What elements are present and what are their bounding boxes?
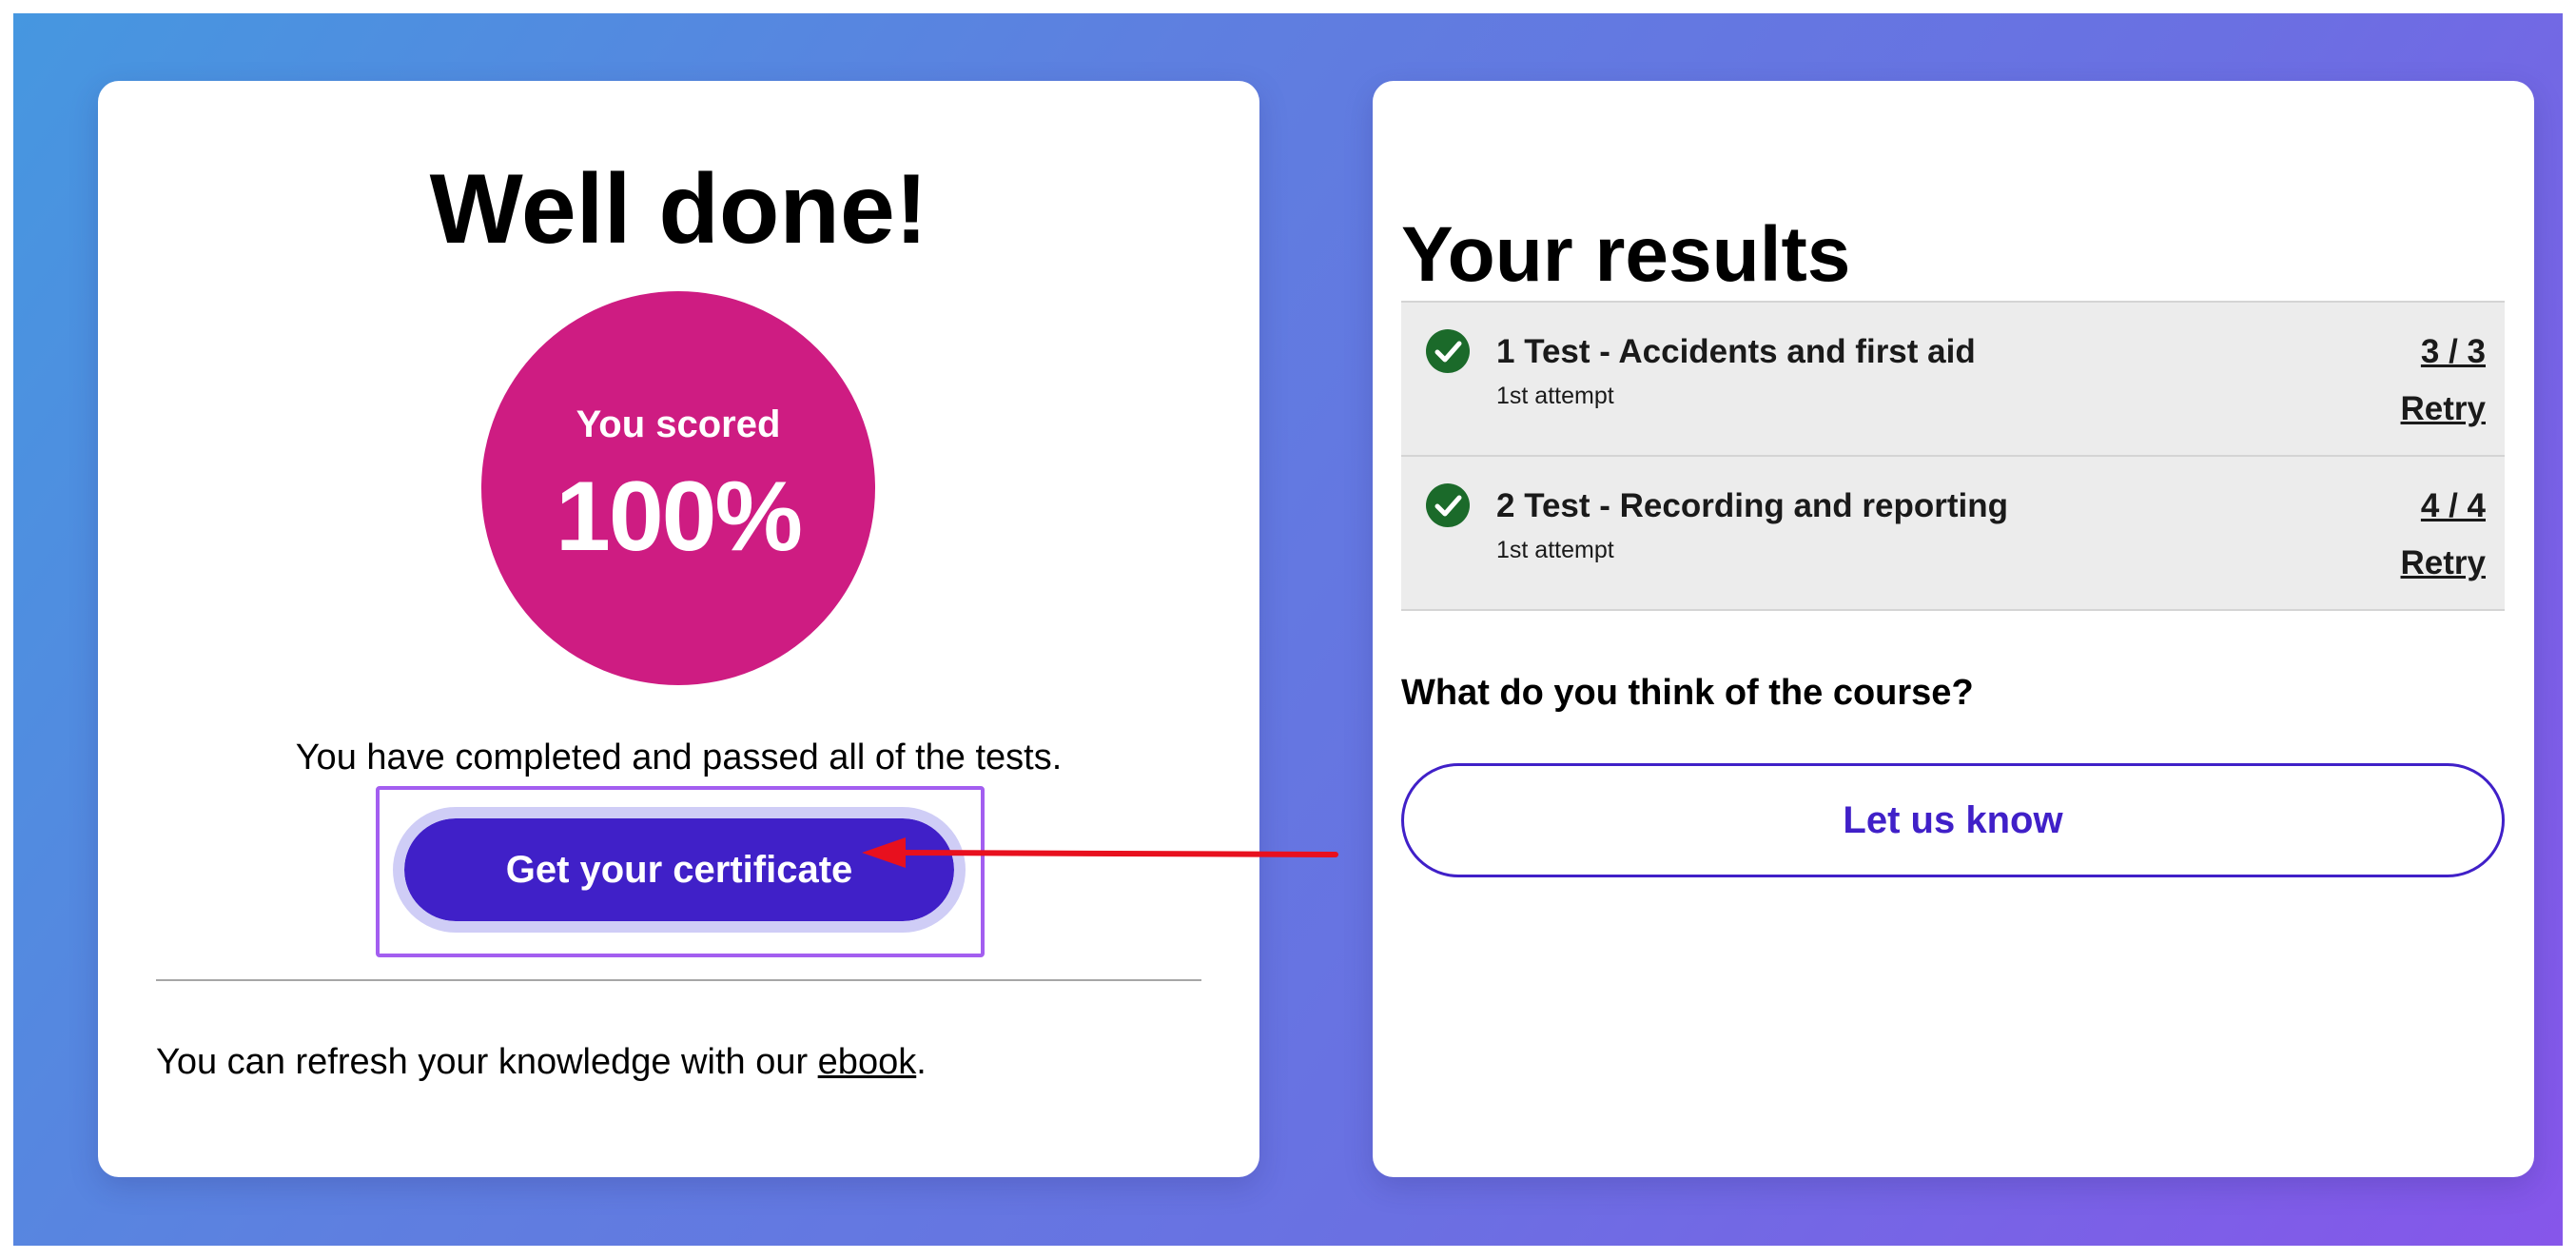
result-attempt: 1st attempt — [1496, 383, 1614, 409]
ebook-link[interactable]: ebook — [818, 1042, 917, 1082]
result-name: 2 Test - Recording and reporting — [1496, 487, 2009, 524]
results-card: Your results 1 Test - Accidents and firs… — [1373, 81, 2534, 1177]
retry-link[interactable]: Retry — [2401, 390, 2486, 428]
result-score: 4 / 4 — [2420, 487, 2486, 524]
completion-message: You have completed and passed all of the… — [295, 738, 1063, 777]
score-value: 100% — [556, 462, 803, 572]
summary-card: Well done! You scored 100% You have comp… — [98, 81, 1259, 1177]
get-certificate-button[interactable]: Get your certificate — [393, 807, 966, 933]
result-attempt: 1st attempt — [1496, 537, 1614, 563]
result-row: 2 Test - Recording and reporting 1st att… — [1401, 457, 2505, 611]
divider — [156, 979, 1201, 981]
result-name: 1 Test - Accidents and first aid — [1496, 333, 1976, 370]
results-title: Your results — [1401, 211, 1851, 298]
feedback-question: What do you think of the course? — [1401, 673, 1974, 713]
check-circle-icon — [1426, 483, 1470, 527]
result-score: 3 / 3 — [2420, 333, 2486, 370]
page-background: Well done! You scored 100% You have comp… — [13, 13, 2563, 1246]
let-us-know-button[interactable]: Let us know — [1401, 763, 2505, 877]
retry-link[interactable]: Retry — [2401, 544, 2486, 582]
refresh-prefix: You can refresh your knowledge with our — [156, 1042, 818, 1082]
results-list: 1 Test - Accidents and first aid 1st att… — [1401, 301, 2505, 611]
refresh-suffix: . — [916, 1042, 927, 1082]
score-circle: You scored 100% — [481, 291, 875, 685]
page-title: Well done! — [429, 154, 928, 265]
refresh-knowledge-text: You can refresh your knowledge with our … — [156, 1042, 927, 1083]
check-circle-icon — [1426, 329, 1470, 373]
score-label: You scored — [576, 403, 781, 445]
result-row: 1 Test - Accidents and first aid 1st att… — [1401, 303, 2505, 457]
